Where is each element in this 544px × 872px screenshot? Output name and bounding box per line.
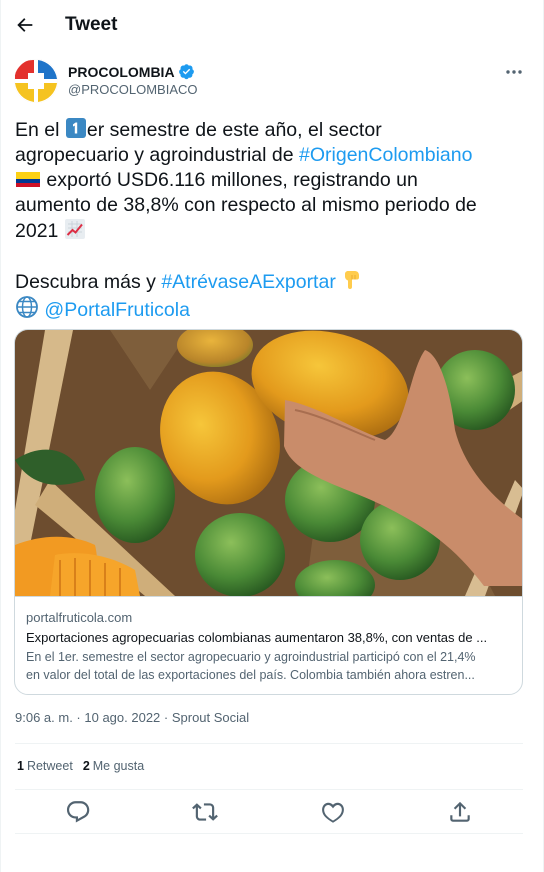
tweet-time[interactable]: 9:06 a. m. <box>15 710 73 725</box>
separator: · <box>72 710 85 725</box>
likes-label: Me gusta <box>92 759 145 773</box>
like-icon[interactable] <box>320 799 346 825</box>
tweet-text-span: exportó USD6.116 millones, registrando u… <box>41 169 418 191</box>
backhand-index-pointing-down-emoji-icon <box>345 271 360 289</box>
likes-count: 2 <box>82 759 90 773</box>
keycap-one-emoji-icon <box>65 118 86 138</box>
hashtag-origen-colombiano[interactable]: #OrigenColombiano <box>299 144 472 166</box>
retweet-icon[interactable] <box>192 799 218 825</box>
share-icon[interactable] <box>447 799 473 825</box>
separator: · <box>160 710 172 725</box>
tweet-text-span: En el <box>15 119 65 141</box>
tweet-date[interactable]: 10 ago. 2022 <box>84 710 160 725</box>
avatar[interactable] <box>14 59 58 103</box>
tweet-text-span: 2021 <box>15 220 64 242</box>
card-text: portalfruticola.com Exportaciones agrope… <box>15 596 522 694</box>
card-description-line: En el 1er. semestre el sector agropecuar… <box>26 650 476 664</box>
author-name[interactable]: PROCOLOMBIA <box>68 64 175 80</box>
action-bar <box>15 797 523 827</box>
mangoes-photo <box>15 330 522 596</box>
likes-stat[interactable]: 2 Me gusta <box>83 759 144 773</box>
divider <box>15 833 523 834</box>
hashtag-atrevase-a-exportar[interactable]: #AtrévaseAExportar <box>161 271 336 293</box>
card-description: En el 1er. semestre el sector agropecuar… <box>26 648 513 684</box>
tweet-text-span: er semestre de este año, el sector <box>86 119 382 141</box>
engagement-stats: 1 Retweet 2 Me gusta <box>17 759 144 773</box>
tweet-source[interactable]: Sprout Social <box>172 710 249 725</box>
more-options-icon[interactable] <box>501 62 527 82</box>
mention-portal-fruticola[interactable]: @PortalFruticola <box>44 299 190 321</box>
author-handle[interactable]: @PROCOLOMBIACO <box>68 82 198 97</box>
verified-badge-icon <box>178 64 194 80</box>
tweet-text-span: agropecuario y agroindustrial de <box>15 144 300 166</box>
link-preview-card[interactable]: portalfruticola.com Exportaciones agrope… <box>14 329 523 695</box>
colombia-flag-emoji-icon <box>16 172 40 187</box>
tweet-text-span: Descubra más y <box>15 271 162 293</box>
procolombia-logo-icon <box>14 59 58 103</box>
retweets-stat[interactable]: 1 Retweet <box>17 759 73 773</box>
retweets-label: Retweet <box>26 759 73 773</box>
page-title: Tweet <box>65 14 118 35</box>
tweet-text: En el er semestre de este año, el sector… <box>15 117 525 323</box>
divider <box>15 743 523 744</box>
globe-emoji-icon <box>16 296 38 318</box>
tweet-timestamp-row: 9:06 a. m. · 10 ago. 2022 · Sprout Socia… <box>15 710 249 725</box>
tweet-page: Tweet PROCOLOMBIA @PROCOLOMBIACO En el e… <box>0 0 544 872</box>
reply-icon[interactable] <box>65 799 91 825</box>
card-description-line: en valor del total de las exportaciones … <box>26 668 475 682</box>
arrow-left-icon[interactable] <box>14 14 36 36</box>
chart-increasing-emoji-icon <box>64 219 85 239</box>
tweet-text-line: aumento de 38,8% con respecto al mismo p… <box>15 194 477 216</box>
retweets-count: 1 <box>17 759 24 773</box>
card-title: Exportaciones agropecuarias colombianas … <box>26 630 488 645</box>
divider <box>15 789 523 790</box>
card-domain: portalfruticola.com <box>26 610 133 625</box>
author-name-row: PROCOLOMBIA <box>68 63 195 80</box>
top-bar: Tweet <box>1 0 544 50</box>
